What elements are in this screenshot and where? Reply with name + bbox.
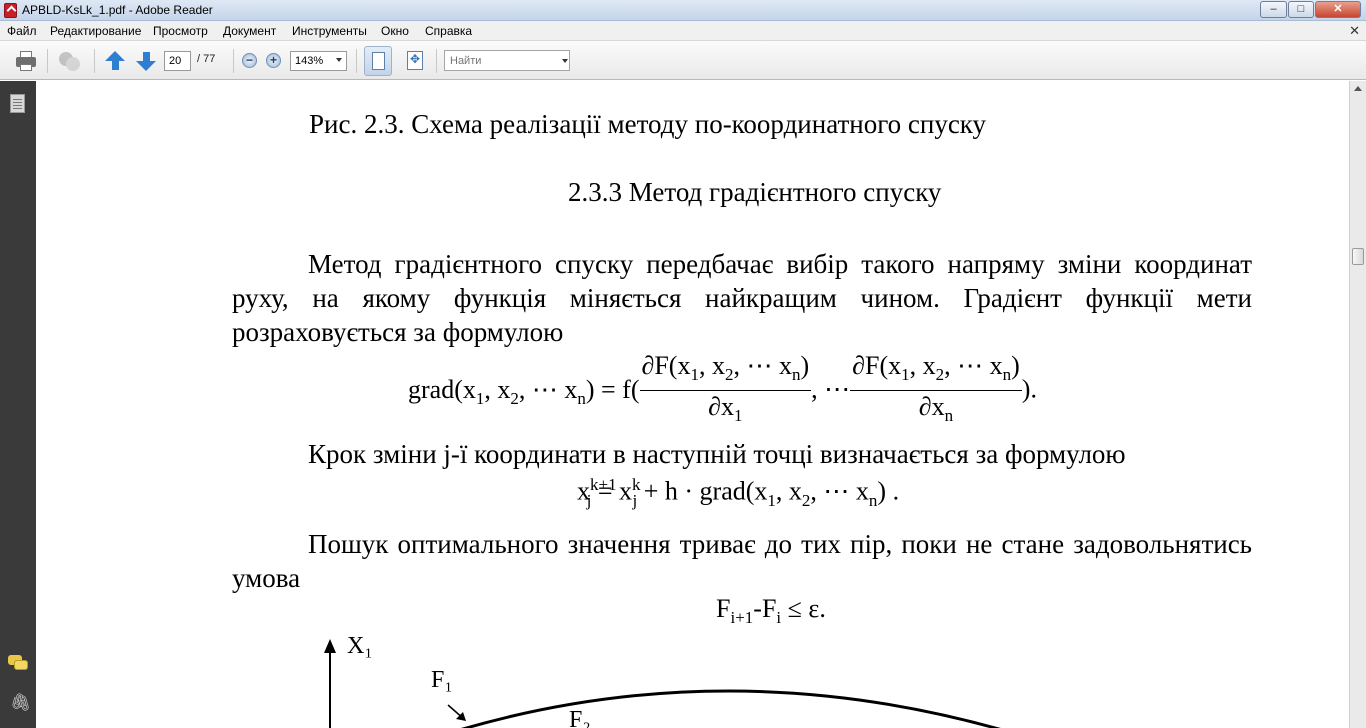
chevron-down-icon[interactable] bbox=[562, 59, 568, 63]
fit-width-icon bbox=[407, 51, 423, 70]
menu-tools[interactable]: Инструменты bbox=[292, 24, 367, 38]
toolbar-divider bbox=[233, 49, 234, 73]
toolbar-divider bbox=[436, 49, 437, 73]
attachment-icon[interactable]: 🖇 bbox=[10, 693, 32, 713]
zoom-select[interactable]: 143% bbox=[290, 51, 347, 71]
toolbar: 20 / 77 − + 143% bbox=[0, 41, 1366, 80]
zoom-out-icon[interactable]: − bbox=[242, 53, 257, 68]
chevron-down-icon bbox=[336, 58, 342, 62]
menu-file[interactable]: Файл bbox=[7, 24, 37, 38]
next-page-icon[interactable] bbox=[135, 49, 157, 73]
document-close-icon[interactable]: ✕ bbox=[1349, 23, 1360, 39]
navigation-panel: 🖇 bbox=[0, 81, 36, 728]
paragraph: Метод градієнтного спуску передбачає виб… bbox=[232, 249, 1252, 347]
fraction: ∂F(x1, x2, ⋯ xn) ∂x1 bbox=[639, 351, 812, 426]
menu-help[interactable]: Справка bbox=[425, 24, 472, 38]
fraction: ∂F(x1, x2, ⋯ xn) ∂xn bbox=[850, 351, 1022, 426]
find-input[interactable] bbox=[444, 50, 570, 71]
curve-label-f1: F₁ bbox=[431, 667, 453, 693]
minimize-button[interactable]: – bbox=[1260, 1, 1287, 18]
contour-figure: X₁ F₁ F₂ bbox=[306, 621, 1106, 728]
curve-label-f2: F₂ bbox=[569, 707, 591, 728]
figure-caption: Рис. 2.3. Схема реалізації методу по-коо… bbox=[309, 109, 987, 139]
fit-page-icon bbox=[372, 52, 385, 70]
collaborate-icon bbox=[57, 49, 81, 73]
menu-window[interactable]: Окно bbox=[381, 24, 409, 38]
toolbar-divider bbox=[94, 49, 95, 73]
scrollbar-thumb[interactable] bbox=[1352, 248, 1364, 265]
menu-bar: Файл Редактирование Просмотр Документ Ин… bbox=[0, 21, 1366, 41]
toolbar-divider bbox=[47, 49, 48, 73]
title-bar: APBLD-KsLk_1.pdf - Adobe Reader – □ ✕ bbox=[0, 0, 1366, 21]
menu-edit[interactable]: Редактирование bbox=[50, 24, 141, 38]
maximize-button[interactable]: □ bbox=[1288, 1, 1314, 18]
step-formula: xk+1j = xkj + h · grad(x1, x2, ⋯ xn) . bbox=[577, 475, 900, 510]
page-number-input[interactable]: 20 bbox=[164, 51, 191, 71]
page-total: / 77 bbox=[197, 53, 216, 65]
document-page: Рис. 2.3. Схема реалізації методу по-коо… bbox=[36, 81, 1349, 728]
section-heading: 2.3.3 Метод градієнтного спуску bbox=[568, 177, 942, 207]
toolbar-divider bbox=[356, 49, 357, 73]
fit-page-button[interactable] bbox=[364, 46, 392, 76]
gradient-formula: grad(x1, x2, ⋯ xn) = f(∂F(x1, x2, ⋯ xn) ∂… bbox=[408, 351, 1037, 432]
vertical-scrollbar[interactable] bbox=[1349, 81, 1366, 728]
menu-view[interactable]: Просмотр bbox=[153, 24, 208, 38]
zoom-value: 143% bbox=[295, 55, 324, 67]
fit-width-button[interactable] bbox=[401, 46, 429, 76]
scroll-up-arrow-icon[interactable] bbox=[1354, 86, 1362, 91]
close-button[interactable]: ✕ bbox=[1315, 1, 1361, 18]
window-title: APBLD-KsLk_1.pdf - Adobe Reader bbox=[22, 3, 213, 17]
print-icon[interactable] bbox=[14, 49, 38, 73]
previous-page-icon[interactable] bbox=[104, 49, 126, 73]
paragraph: Крок зміни j-ї координати в наступній то… bbox=[308, 439, 1126, 469]
paragraph: Пошук оптимального значення триває до ти… bbox=[232, 529, 1252, 593]
figure-graphic bbox=[324, 639, 1001, 728]
menu-document[interactable]: Документ bbox=[223, 24, 276, 38]
adobe-reader-icon bbox=[4, 3, 17, 18]
comments-icon[interactable] bbox=[8, 655, 30, 673]
zoom-in-icon[interactable]: + bbox=[266, 53, 281, 68]
axis-label-x1: X₁ bbox=[347, 633, 373, 659]
pages-icon[interactable] bbox=[10, 94, 25, 113]
